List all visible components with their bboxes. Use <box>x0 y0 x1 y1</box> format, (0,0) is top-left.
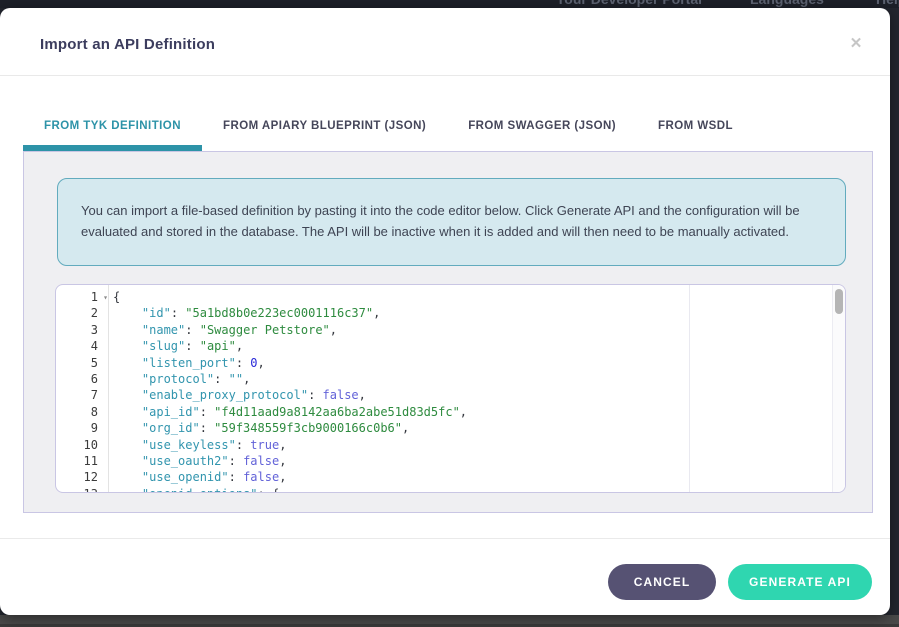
code-text: "name": "Swagger Petstore", <box>113 323 337 337</box>
code-text: "org_id": "59f348559f3cb9000166c0b6", <box>113 421 409 435</box>
fold-column <box>98 323 113 339</box>
tab-from-apiary-blueprint-json[interactable]: FROM APIARY BLUEPRINT (JSON) <box>202 106 447 151</box>
code-text: "protocol": "", <box>113 372 250 386</box>
code-text: "openid_options": { <box>113 487 279 493</box>
fold-column <box>98 470 113 486</box>
fold-column <box>98 306 113 322</box>
top-navbar: Your Developer Portal Languages Help <box>0 0 899 8</box>
fold-column <box>98 372 113 388</box>
page-background: Your Developer Portal Languages Help Imp… <box>0 0 899 627</box>
code-line: 9 "org_id": "59f348559f3cb9000166c0b6", <box>56 420 845 436</box>
code-line: 3 "name": "Swagger Petstore", <box>56 322 845 338</box>
nav-item-developer-portal: Your Developer Portal <box>556 0 702 7</box>
code-lines: 1▾{2 "id": "5a1bd8b0e223ec0001116c37",3 … <box>56 285 845 493</box>
code-text: "listen_port": 0, <box>113 356 265 370</box>
code-line: 11 "use_oauth2": false, <box>56 453 845 469</box>
fold-column <box>98 421 113 437</box>
import-api-modal: Import an API Definition ✕ FROM TYK DEFI… <box>0 8 890 615</box>
info-text: You can import a file-based definition b… <box>81 203 800 239</box>
line-number: 9 <box>56 420 98 436</box>
line-number: 3 <box>56 322 98 338</box>
code-line: 2 "id": "5a1bd8b0e223ec0001116c37", <box>56 305 845 321</box>
tab-from-tyk-definition[interactable]: FROM TYK DEFINITION <box>23 106 202 151</box>
line-number: 10 <box>56 437 98 453</box>
fold-column <box>98 405 113 421</box>
cancel-button[interactable]: CANCEL <box>608 564 716 600</box>
code-text: "id": "5a1bd8b0e223ec0001116c37", <box>113 306 380 320</box>
code-line: 12 "use_openid": false, <box>56 469 845 485</box>
tab-from-wsdl[interactable]: FROM WSDL <box>637 106 754 151</box>
code-text: "enable_proxy_protocol": false, <box>113 388 366 402</box>
code-text: "api_id": "f4d11aad9a8142aa6ba2abe51d83d… <box>113 405 467 419</box>
generate-api-button[interactable]: GENERATE API <box>728 564 872 600</box>
line-number: 5 <box>56 355 98 371</box>
nav-item-languages: Languages <box>750 0 824 7</box>
nav-item-help: Help <box>876 0 899 7</box>
fold-arrow-icon[interactable]: ▾ <box>98 487 113 493</box>
tab-from-swagger-json[interactable]: FROM SWAGGER (JSON) <box>447 106 637 151</box>
code-text: "use_oauth2": false, <box>113 454 286 468</box>
code-text: { <box>113 290 120 304</box>
line-number: 11 <box>56 453 98 469</box>
line-number: 7 <box>56 387 98 403</box>
line-number: 1 <box>56 289 98 305</box>
tab-bar: FROM TYK DEFINITIONFROM APIARY BLUEPRINT… <box>23 106 754 151</box>
close-icon[interactable]: ✕ <box>848 36 864 52</box>
modal-title: Import an API Definition <box>40 36 215 53</box>
line-number: 13 <box>56 486 98 493</box>
code-line: 10 "use_keyless": true, <box>56 437 845 453</box>
scrollbar-thumb[interactable] <box>835 289 843 314</box>
code-text: "use_openid": false, <box>113 470 286 484</box>
code-line: 13▾ "openid_options": { <box>56 486 845 493</box>
line-number: 6 <box>56 371 98 387</box>
code-line: 7 "enable_proxy_protocol": false, <box>56 387 845 403</box>
code-line: 1▾{ <box>56 289 845 305</box>
line-number: 2 <box>56 305 98 321</box>
content-panel: You can import a file-based definition b… <box>23 151 873 513</box>
editor-scrollbar[interactable] <box>832 285 845 492</box>
header-divider <box>0 75 890 76</box>
fold-column <box>98 454 113 470</box>
fold-column <box>98 388 113 404</box>
code-text: "slug": "api", <box>113 339 243 353</box>
fold-column <box>98 438 113 454</box>
code-line: 8 "api_id": "f4d11aad9a8142aa6ba2abe51d8… <box>56 404 845 420</box>
line-number: 4 <box>56 338 98 354</box>
bottom-bar <box>0 615 899 627</box>
line-number: 8 <box>56 404 98 420</box>
code-text: "use_keyless": true, <box>113 438 286 452</box>
footer-divider <box>0 538 890 539</box>
code-editor[interactable]: 1▾{2 "id": "5a1bd8b0e223ec0001116c37",3 … <box>55 284 846 493</box>
code-line: 6 "protocol": "", <box>56 371 845 387</box>
code-line: 4 "slug": "api", <box>56 338 845 354</box>
line-number: 12 <box>56 469 98 485</box>
fold-arrow-icon[interactable]: ▾ <box>98 290 113 306</box>
fold-column <box>98 339 113 355</box>
code-line: 5 "listen_port": 0, <box>56 355 845 371</box>
fold-column <box>98 356 113 372</box>
info-banner: You can import a file-based definition b… <box>57 178 846 266</box>
